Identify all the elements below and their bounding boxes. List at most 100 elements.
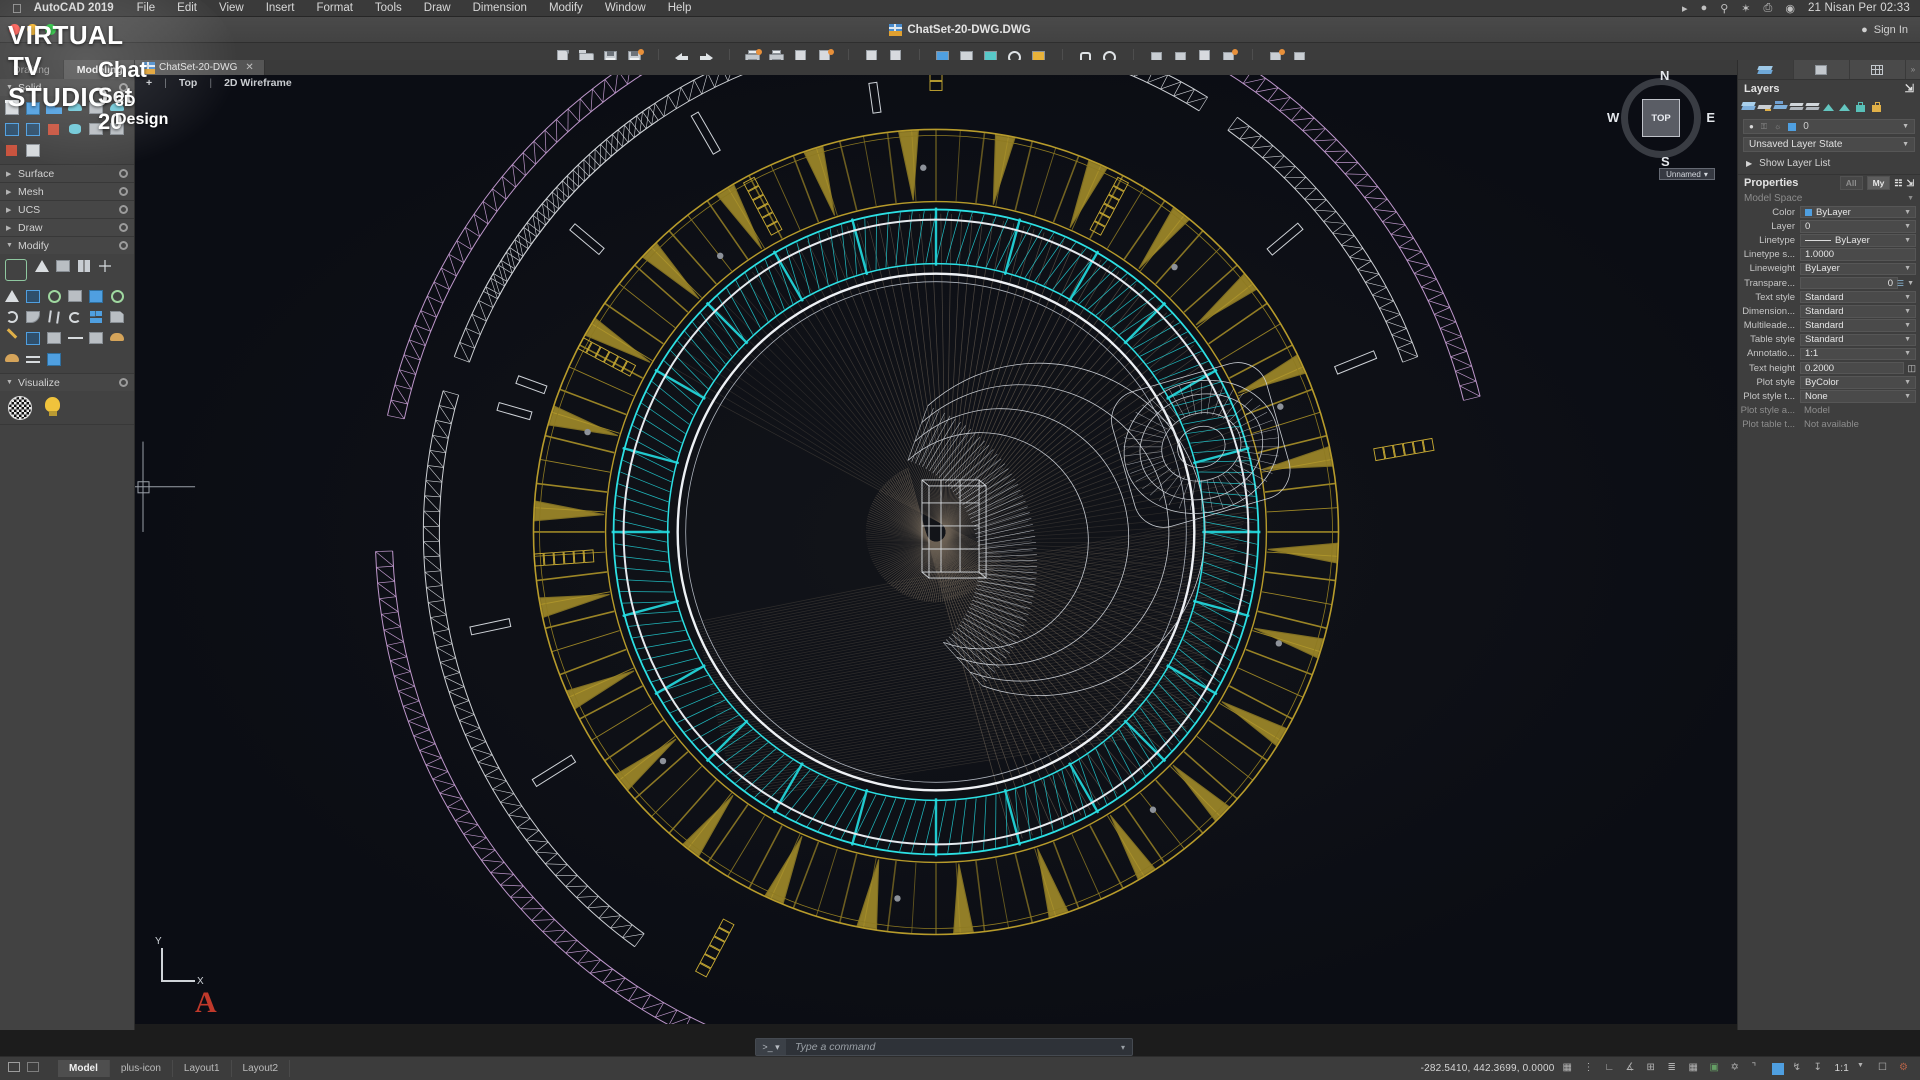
layers-tab[interactable] — [1738, 60, 1794, 79]
menu-draw[interactable]: Draw — [413, 2, 462, 14]
round-icon[interactable] — [3, 308, 22, 327]
autoscale-icon[interactable]: ↯ — [1792, 1062, 1805, 1075]
solid-history-tool[interactable] — [24, 141, 43, 160]
array-3d-icon[interactable] — [54, 257, 73, 276]
view-cube-top-face[interactable]: TOP — [1642, 99, 1680, 137]
property-value-plot-style-table[interactable]: None ▼ — [1800, 390, 1916, 403]
view-cube[interactable]: TOP N S W E — [1607, 68, 1715, 169]
property-value-color[interactable]: ByLayer ▼ — [1800, 205, 1916, 219]
printer-icon[interactable]: ⎙ — [1764, 2, 1773, 15]
document-tab[interactable]: ChatSet-20-DWG ✕ — [135, 60, 265, 75]
extract-edges-icon[interactable] — [24, 287, 43, 306]
property-value-layer[interactable]: 0 ▼ — [1800, 220, 1916, 233]
visual-style-button[interactable]: 2D Wireframe — [221, 77, 295, 89]
slice-tool[interactable] — [87, 120, 106, 139]
close-icon[interactable]: ✕ — [245, 62, 253, 73]
play-circle-icon[interactable]: ▸ — [1682, 2, 1688, 15]
polysolid-tool[interactable] — [3, 120, 22, 139]
revolve-tool[interactable] — [66, 99, 85, 118]
layer-merge-icon[interactable] — [1789, 101, 1804, 115]
flatshot-icon[interactable] — [45, 329, 64, 348]
bluetooth-icon[interactable]: ✶ — [1741, 2, 1750, 15]
menu-help[interactable]: Help — [657, 2, 703, 14]
loft-tool[interactable] — [87, 99, 106, 118]
gizmo-icon[interactable] — [3, 257, 31, 285]
gear-icon[interactable] — [119, 205, 128, 214]
menu-insert[interactable]: Insert — [255, 2, 306, 14]
light-bulb-icon[interactable] — [40, 394, 66, 420]
interfere-tool[interactable] — [108, 120, 127, 139]
menu-tools[interactable]: Tools — [364, 2, 413, 14]
property-value-dimension-style[interactable]: Standard ▼ — [1800, 305, 1916, 318]
section-header-surface[interactable]: ▶ Surface — [0, 165, 134, 182]
layer-previous-icon[interactable] — [1773, 101, 1788, 115]
grid-icon[interactable]: ▦ — [1562, 1062, 1575, 1075]
snap-dots-icon[interactable]: ⋮ — [1583, 1062, 1596, 1075]
convert-solid-icon[interactable] — [3, 350, 22, 369]
scissors-icon[interactable] — [45, 308, 64, 327]
chevron-down-icon[interactable]: ▾ — [1121, 1043, 1132, 1052]
menu-view[interactable]: View — [208, 2, 255, 14]
section-header-mesh[interactable]: ▶ Mesh — [0, 183, 134, 200]
properties-context-row[interactable]: Model Space ▼ — [1738, 191, 1920, 205]
property-value-transparency[interactable]: 0 — [1800, 276, 1898, 290]
fillet-edge-icon[interactable] — [24, 308, 43, 327]
search-icon[interactable]: ⚲ — [1720, 2, 1728, 15]
extrude-tool[interactable] — [24, 99, 43, 118]
section-header-visualize[interactable]: ▼ Visualize — [0, 374, 134, 391]
filter-my-button[interactable]: My — [1866, 176, 1891, 190]
app-name-label[interactable]: AutoCAD 2019 — [34, 2, 126, 14]
lineweight-icon[interactable]: ▦ — [1688, 1062, 1701, 1075]
customization-gear-icon[interactable]: ⚙ — [1899, 1062, 1912, 1075]
layer-unlock-icon[interactable] — [1870, 101, 1884, 115]
property-value-annotation-scale[interactable]: 1:1 ▼ — [1800, 347, 1916, 361]
tab-layout1[interactable]: Layout1 — [173, 1060, 232, 1077]
move-icon[interactable] — [96, 257, 115, 276]
osnap-icon[interactable]: ⊞ — [1646, 1062, 1659, 1075]
dynamic-ucs-icon[interactable]: ⌝ — [1751, 1062, 1764, 1075]
stretch-icon[interactable] — [66, 329, 85, 348]
chevron-down-icon[interactable]: ▼ — [1902, 123, 1909, 130]
annotation-scale-icon[interactable]: ↧ — [1813, 1062, 1826, 1075]
tab-modeling[interactable]: Modeling — [63, 60, 134, 79]
compass-north-label[interactable]: N — [1660, 68, 1669, 83]
array-icon[interactable] — [87, 308, 106, 327]
offset-icon[interactable] — [66, 308, 85, 327]
quick-select-icon[interactable]: ☷ — [1894, 178, 1902, 189]
property-value-plot-style[interactable]: ByColor ▼ — [1800, 376, 1916, 389]
chamfer-icon[interactable] — [108, 308, 127, 327]
transparency-extra[interactable]: ☰ ▼ — [1897, 279, 1914, 288]
erase-icon[interactable] — [87, 329, 106, 348]
unlock-icon[interactable]: ⚿ — [1761, 122, 1767, 132]
layer-color-swatch[interactable] — [1788, 122, 1797, 131]
current-layer-row[interactable]: ● ⚿ ☼ 0 ▼ — [1743, 119, 1915, 134]
box-tool[interactable] — [3, 99, 22, 118]
menu-modify[interactable]: Modify — [538, 2, 594, 14]
pencil-icon[interactable] — [3, 328, 22, 348]
compass-east-label[interactable]: E — [1706, 110, 1715, 125]
apple-logo-icon[interactable]:  — [0, 2, 34, 15]
close-panel-icon[interactable]: » — [1906, 60, 1920, 79]
drawing-canvas[interactable]: ChatSet-20-DWG ✕ + | Top | 2D Wireframe … — [135, 60, 1737, 1024]
chevron-down-icon[interactable]: ▼ — [1857, 1062, 1870, 1075]
align-3d-icon[interactable] — [33, 257, 52, 276]
undock-icon[interactable]: ⇲ — [1906, 178, 1914, 189]
layer-lock-icon[interactable] — [1854, 101, 1868, 115]
annotation-eye-icon[interactable] — [1772, 1062, 1785, 1075]
text-height-picker-icon[interactable]: ◫ — [1907, 363, 1916, 374]
sun-icon[interactable]: ☼ — [1774, 122, 1781, 131]
gear-icon[interactable] — [119, 83, 128, 92]
annotation-scale-value[interactable]: 1:1 — [1834, 1063, 1849, 1074]
layer-isolate-icon[interactable] — [1822, 101, 1836, 115]
property-value-text-style[interactable]: Standard ▼ — [1800, 290, 1916, 304]
selection-cycle-icon[interactable]: ✡ — [1730, 1062, 1743, 1075]
tables-tab[interactable] — [1850, 60, 1906, 79]
rotate-3d-icon[interactable] — [45, 287, 64, 306]
show-layer-list-toggle[interactable]: ▶ Show Layer List — [1738, 155, 1920, 171]
menu-format[interactable]: Format — [305, 2, 363, 14]
shell-icon[interactable] — [87, 287, 106, 306]
command-line[interactable]: >_ ▾ Type a command ▾ — [755, 1038, 1133, 1056]
property-value-multileader-style[interactable]: Standard ▼ — [1800, 319, 1916, 332]
named-view-dropdown[interactable]: Unnamed ▾ — [1659, 168, 1715, 180]
solid-edit-tool[interactable] — [3, 141, 22, 160]
